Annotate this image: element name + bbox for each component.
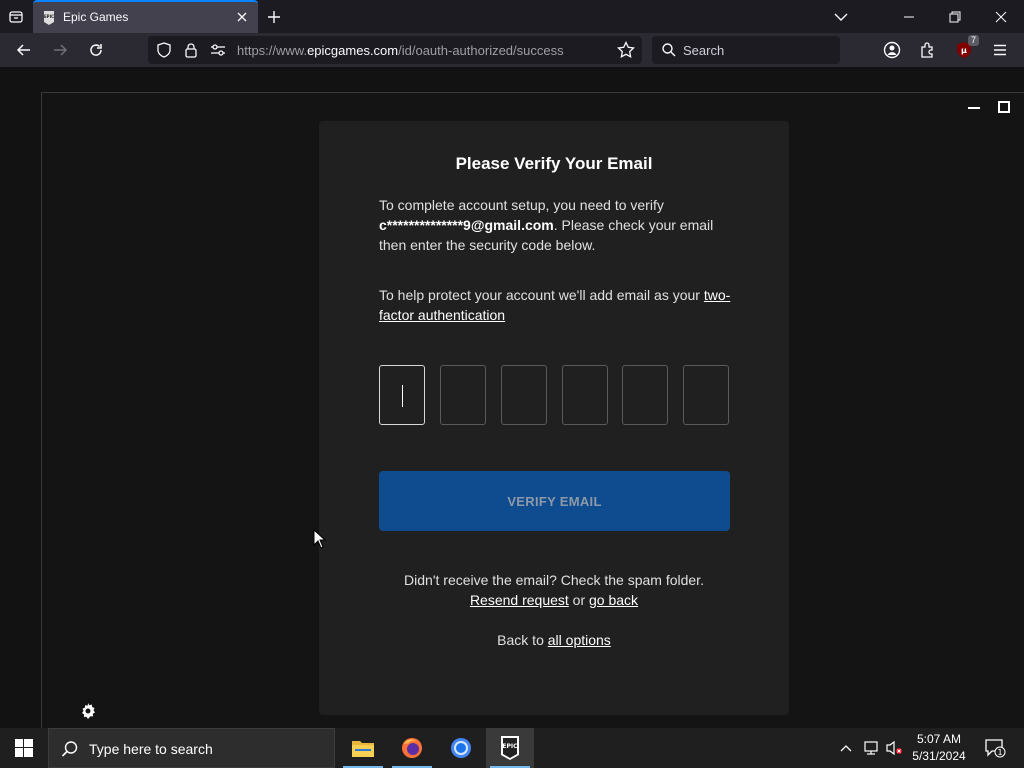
list-all-tabs-icon[interactable] xyxy=(832,8,850,26)
svg-text:EPIC: EPIC xyxy=(502,743,518,750)
url-path: /id/oauth-authorized/success xyxy=(398,43,564,58)
page-content: Please Verify Your Email To complete acc… xyxy=(0,67,1024,732)
search-icon xyxy=(661,42,677,58)
ublock-origin-icon[interactable]: μ 7 xyxy=(952,35,979,62)
tracking-protection-shield-icon[interactable] xyxy=(156,42,172,58)
permissions-icon[interactable] xyxy=(210,43,226,57)
verify-email-card: Please Verify Your Email To complete acc… xyxy=(319,121,789,715)
system-clock[interactable]: 5:07 AM 5/31/2024 xyxy=(904,731,974,765)
frame-minimize-icon[interactable] xyxy=(968,107,980,109)
account-icon[interactable] xyxy=(880,38,904,62)
hamburger-menu-icon[interactable] xyxy=(988,38,1012,62)
firefox-icon[interactable] xyxy=(388,728,436,768)
windows-start-icon[interactable] xyxy=(0,728,48,768)
tab-title: Epic Games xyxy=(63,10,129,24)
url-text: https://www.epicgames.com/id/oauth-autho… xyxy=(237,43,564,58)
page-title: Please Verify Your Email xyxy=(455,154,653,173)
clock-date: 5/31/2024 xyxy=(912,749,966,763)
code-input-1[interactable] xyxy=(379,365,425,425)
two-factor-notice-text: To help protect your account we'll add e… xyxy=(379,287,704,303)
or-text: or xyxy=(568,592,590,608)
back-arrow-icon[interactable] xyxy=(12,38,36,62)
code-input-5[interactable] xyxy=(622,365,668,425)
navigation-toolbar: https://www.epicgames.com/id/oauth-autho… xyxy=(0,33,1024,67)
verify-email-button[interactable]: VERIFY EMAIL xyxy=(379,471,730,531)
file-explorer-icon[interactable] xyxy=(339,728,387,768)
svg-text:μ: μ xyxy=(961,46,967,55)
address-bar[interactable]: https://www.epicgames.com/id/oauth-autho… xyxy=(148,36,642,64)
clock-time: 5:07 AM xyxy=(916,732,962,746)
all-options-link[interactable]: all options xyxy=(548,632,611,648)
close-window-icon[interactable] xyxy=(978,0,1024,33)
code-input-6[interactable] xyxy=(683,365,729,425)
tab-epic-games[interactable]: EPIC Epic Games xyxy=(33,0,258,33)
go-back-link[interactable]: go back xyxy=(589,592,638,608)
search-placeholder: Search xyxy=(683,43,725,58)
app-frame: Please Verify Your Email To complete acc… xyxy=(41,92,1024,732)
new-tab-icon[interactable] xyxy=(264,7,284,27)
epic-games-favicon-icon: EPIC xyxy=(43,11,55,25)
tab-strip: EPIC Epic Games xyxy=(0,0,1024,33)
lock-icon[interactable] xyxy=(183,42,199,58)
url-domain: epicgames.com xyxy=(307,43,399,58)
taskbar-search-box[interactable]: Type here to search xyxy=(48,728,335,768)
restore-window-icon[interactable] xyxy=(932,0,978,33)
notification-center-icon[interactable]: 1 xyxy=(980,728,1010,768)
gear-icon[interactable] xyxy=(80,703,96,719)
notification-count: 1 xyxy=(997,748,1002,757)
chrome-icon[interactable] xyxy=(437,728,485,768)
tab-list-icon[interactable] xyxy=(4,5,28,29)
security-code-inputs xyxy=(379,365,731,425)
code-input-2[interactable] xyxy=(440,365,486,425)
verification-instructions: To complete account setup, you need to v… xyxy=(379,195,739,255)
mouse-pointer-icon xyxy=(313,529,327,549)
bookmark-star-icon[interactable] xyxy=(617,41,635,59)
close-tab-icon[interactable] xyxy=(234,9,250,25)
epic-games-launcher-icon[interactable]: EPIC xyxy=(486,728,534,768)
back-to-text: Back to xyxy=(497,632,548,648)
show-hidden-icons-chevron-icon[interactable] xyxy=(839,739,853,762)
instructions-start: To complete account setup, you need to v… xyxy=(379,197,664,213)
search-bar[interactable]: Search xyxy=(652,36,840,64)
masked-email: c**************9@gmail.com xyxy=(379,217,554,233)
reload-icon[interactable] xyxy=(84,38,108,62)
search-icon xyxy=(61,740,79,758)
code-input-3[interactable] xyxy=(501,365,547,425)
taskbar: Type here to search EPIC 5:07 AM 5/31/20… xyxy=(0,728,1024,768)
minimize-window-icon[interactable] xyxy=(886,0,932,33)
url-prefix: https://www. xyxy=(237,43,308,58)
forward-arrow-icon[interactable] xyxy=(48,38,72,62)
extensions-puzzle-icon[interactable] xyxy=(916,38,940,62)
resend-request-link[interactable]: Resend request xyxy=(470,592,569,608)
frame-maximize-icon[interactable] xyxy=(998,101,1010,113)
network-icon[interactable] xyxy=(862,739,880,762)
extension-badge: 7 xyxy=(967,35,979,46)
code-input-4[interactable] xyxy=(562,365,608,425)
text-caret xyxy=(402,385,403,407)
taskbar-search-placeholder: Type here to search xyxy=(89,741,213,757)
volume-muted-icon[interactable] xyxy=(885,739,903,762)
back-to-options-line: Back to all options xyxy=(319,632,789,648)
no-email-text: Didn't receive the email? Check the spam… xyxy=(404,572,704,588)
resend-line: Resend request or go back xyxy=(319,592,789,608)
two-factor-notice: To help protect your account we'll add e… xyxy=(379,285,739,325)
svg-text:EPIC: EPIC xyxy=(44,14,54,19)
